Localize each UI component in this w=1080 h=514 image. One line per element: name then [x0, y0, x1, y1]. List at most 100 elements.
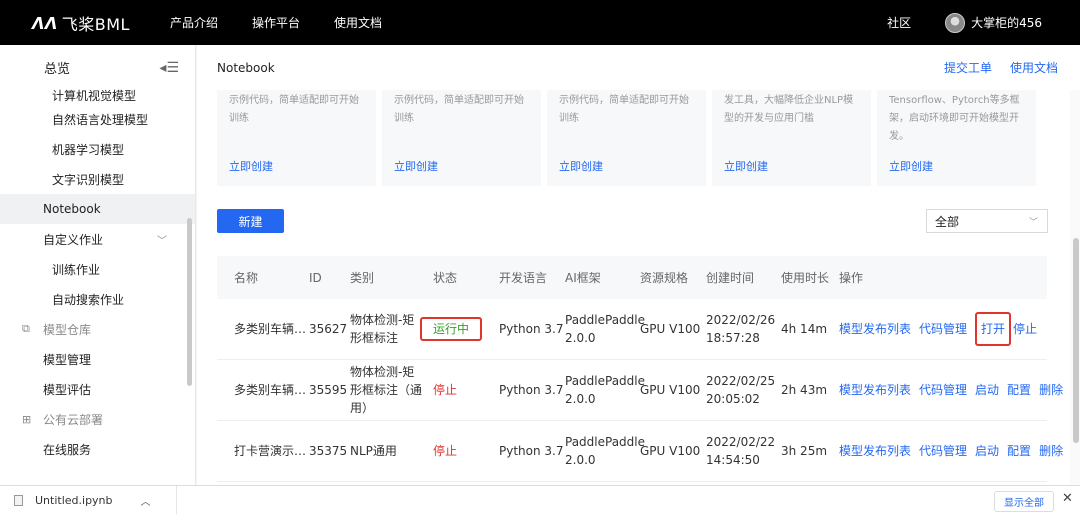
chevron-down-icon: ﹀	[1028, 217, 1038, 228]
sidebar-item-label: 自定义作业	[43, 232, 104, 247]
template-card: 示例代码，简单适配即可开始训练 立即创建	[217, 90, 376, 186]
sidebar-item-label: 自动搜索作业	[52, 292, 125, 307]
new-notebook-button[interactable]: 新建	[217, 209, 284, 233]
card-desc: 发工具，大幅降低企业NLP模型的开发与应用门槛	[724, 95, 854, 124]
delete-notebook-link[interactable]: 删除	[1039, 442, 1063, 460]
create-now-link[interactable]: 立即创建	[229, 158, 273, 174]
sidebar-item-auto-search-job[interactable]: 自动搜索作业	[0, 284, 195, 314]
create-now-link[interactable]: 立即创建	[724, 158, 768, 174]
table-row: 多类别车辆… 35595 物体检测-矩形框标注（通用） 停止 Python 3.…	[217, 360, 1063, 421]
card-desc: 示例代码，简单适配即可开始训练	[229, 95, 359, 124]
model-release-list-link[interactable]: 模型发布列表	[839, 442, 911, 460]
create-now-link[interactable]: 立即创建	[889, 158, 933, 174]
status-badge: 停止	[433, 444, 458, 458]
table-header: 名称 ID 类别 状态 开发语言 AI框架 资源规格 创建时间 使用时长 操作	[217, 256, 1047, 299]
chevron-down-icon: ﹀	[157, 235, 167, 247]
open-notebook-link[interactable]: 打开	[975, 312, 1012, 346]
sidebar-item-label: 在线服务	[43, 442, 92, 457]
nav-product-intro[interactable]: 产品介绍	[170, 14, 218, 31]
username[interactable]: 大掌柜的456	[971, 14, 1042, 31]
page-scrollbar[interactable]	[1073, 238, 1079, 443]
create-now-link[interactable]: 立即创建	[559, 158, 603, 174]
sidebar-group-label: 公有云部署	[43, 412, 104, 427]
col-actions: 操作	[839, 270, 864, 285]
notebook-table: 名称 ID 类别 状态 开发语言 AI框架 资源规格 创建时间 使用时长 操作 …	[217, 256, 1063, 482]
grid-icon: ⊞	[22, 412, 32, 426]
row-framework: PaddlePaddle 2.0.0	[565, 313, 646, 345]
sidebar-item-custom-job[interactable]: 自定义作业 ﹀	[0, 224, 195, 254]
code-management-link[interactable]: 代码管理	[919, 442, 967, 460]
sidebar-item-online-service[interactable]: 在线服务	[0, 434, 195, 464]
col-category: 类别	[350, 270, 375, 285]
start-notebook-link[interactable]: 启动	[975, 381, 999, 399]
card-desc: 示例代码，简单适配即可开始训练	[559, 95, 689, 124]
status-filter-select[interactable]: 全部 ﹀	[926, 209, 1048, 233]
show-all-button[interactable]: 显示全部	[994, 491, 1054, 512]
sidebar-item-cv-model[interactable]: 计算机视觉模型	[0, 88, 195, 104]
filter-value: 全部	[935, 214, 960, 229]
stop-notebook-link[interactable]: 停止	[1013, 320, 1037, 338]
nav-platform[interactable]: 操作平台	[252, 14, 300, 31]
sidebar-item-nlp-model[interactable]: 自然语言处理模型	[0, 104, 195, 134]
card-desc: 示例代码，简单适配即可开始训练	[394, 95, 524, 124]
top-nav: 产品介绍 操作平台 使用文档	[170, 0, 416, 45]
sidebar-item-training-job[interactable]: 训练作业	[0, 254, 195, 284]
row-created: 2022/02/26 18:57:28	[706, 313, 776, 345]
submit-ticket-link[interactable]: 提交工单	[944, 59, 992, 76]
col-language: 开发语言	[499, 270, 548, 285]
logo[interactable]: ᐱᐱ 飞桨BML	[32, 11, 130, 35]
sidebar-item-label: 模型评估	[43, 382, 92, 397]
download-item[interactable]: Untitled.ipynb ︿	[0, 486, 177, 514]
row-name[interactable]: 打卡营演示…	[234, 421, 306, 481]
col-id: ID	[309, 270, 322, 285]
row-resource: GPU V100	[640, 444, 701, 458]
sidebar-item-label: 自然语言处理模型	[52, 112, 149, 127]
top-navbar: ᐱᐱ 飞桨BML 产品介绍 操作平台 使用文档 社区 大掌柜的456	[0, 0, 1080, 45]
sidebar-item-ml-model[interactable]: 机器学习模型	[0, 134, 195, 164]
card-desc: Tensorflow、Pytorch等多框架，启动环境即可开始模型开发。	[889, 95, 1020, 142]
sidebar: 总览 ◂☰ 计算机视觉模型 自然语言处理模型 机器学习模型 文字识别模型 Not…	[0, 45, 196, 485]
col-framework: AI框架	[565, 270, 601, 285]
sidebar-group-cloud-deploy: ⊞ 公有云部署	[0, 404, 195, 434]
template-card: 发工具，大幅降低企业NLP模型的开发与应用门槛 立即创建	[712, 90, 871, 186]
row-category: NLP通用	[350, 444, 397, 458]
sidebar-item-ocr-model[interactable]: 文字识别模型	[0, 164, 195, 194]
sidebar-item-label: 机器学习模型	[52, 142, 125, 157]
collapse-menu-icon[interactable]: ◂☰	[159, 60, 179, 76]
sidebar-scrollbar[interactable]	[187, 218, 192, 386]
model-release-list-link[interactable]: 模型发布列表	[839, 381, 911, 399]
template-card: Tensorflow、Pytorch等多框架，启动环境即可开始模型开发。 立即创…	[877, 90, 1036, 186]
configure-notebook-link[interactable]: 配置	[1007, 381, 1031, 399]
row-name[interactable]: 多类别车辆…	[234, 299, 306, 359]
sidebar-item-notebook[interactable]: Notebook	[0, 194, 195, 224]
col-status: 状态	[433, 270, 458, 285]
sidebar-item-model-management[interactable]: 模型管理	[0, 344, 195, 374]
col-resource: 资源规格	[640, 270, 689, 285]
col-duration: 使用时长	[781, 270, 830, 285]
create-now-link[interactable]: 立即创建	[394, 158, 438, 174]
row-name[interactable]: 多类别车辆…	[234, 360, 306, 420]
sidebar-title[interactable]: 总览	[44, 58, 70, 77]
model-release-list-link[interactable]: 模型发布列表	[839, 320, 911, 338]
chevron-up-icon[interactable]: ︿	[141, 493, 151, 508]
code-management-link[interactable]: 代码管理	[919, 320, 967, 338]
configure-notebook-link[interactable]: 配置	[1007, 442, 1031, 460]
top-right: 社区 大掌柜的456	[887, 0, 1042, 45]
code-management-link[interactable]: 代码管理	[919, 381, 967, 399]
header-links: 提交工单 使用文档	[926, 59, 1058, 76]
sidebar-item-model-evaluation[interactable]: 模型评估	[0, 374, 195, 404]
row-duration: 2h 43m	[781, 383, 828, 397]
sidebar-item-label: Notebook	[43, 202, 101, 216]
row-id: 35627	[309, 322, 348, 336]
docs-link[interactable]: 使用文档	[1010, 59, 1058, 76]
start-notebook-link[interactable]: 启动	[975, 442, 999, 460]
row-category: 物体检测-矩形框标注	[350, 313, 415, 345]
row-actions: 模型发布列表 代码管理 启动 配置 删除	[839, 421, 1071, 481]
nav-docs[interactable]: 使用文档	[334, 14, 382, 31]
avatar[interactable]	[945, 12, 966, 33]
delete-notebook-link[interactable]: 删除	[1039, 381, 1063, 399]
row-language: Python 3.7	[499, 383, 564, 397]
close-icon[interactable]: ✕	[1062, 491, 1073, 506]
community-link[interactable]: 社区	[887, 14, 911, 31]
table-row: 打卡营演示… 35375 NLP通用 停止 Python 3.7 PaddleP…	[217, 421, 1063, 482]
